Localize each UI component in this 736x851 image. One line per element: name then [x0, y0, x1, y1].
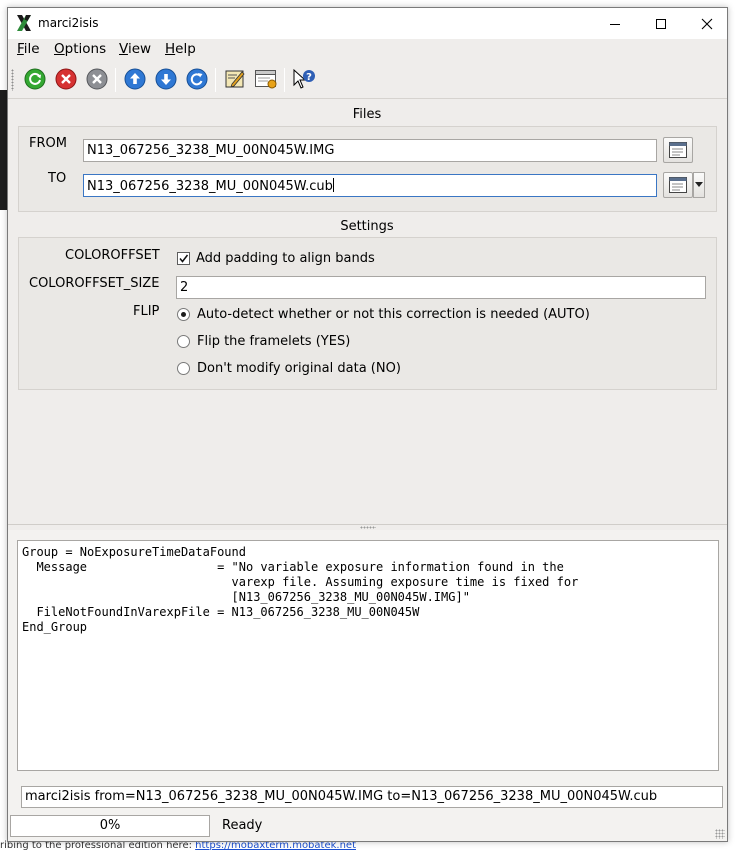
from-browse-button[interactable]	[663, 137, 693, 163]
whats-this-help-icon: ?	[293, 68, 315, 89]
run-icon	[24, 68, 46, 90]
log-panel: Group = NoExposureTimeDataFound Message …	[8, 530, 727, 841]
app-window: marci2isis File Options View Help ? File…	[7, 7, 728, 842]
next-history-button[interactable]	[153, 66, 179, 92]
flip-no-label[interactable]: Don't modify original data (NO)	[197, 361, 401, 376]
toolbar: ?	[8, 61, 727, 99]
flip-no-radio[interactable]	[177, 362, 190, 375]
stop-icon	[55, 68, 77, 90]
log-output[interactable]: Group = NoExposureTimeDataFound Message …	[17, 540, 719, 771]
stop-button[interactable]	[53, 66, 79, 92]
preferences-button[interactable]	[253, 66, 279, 92]
maximize-icon	[656, 18, 666, 29]
flip-label: FLIP	[133, 304, 160, 319]
command-line-field[interactable]: marci2isis from=N13_067256_3238_MU_00N04…	[21, 786, 723, 808]
menu-bar: File Options View Help	[8, 39, 727, 61]
window-title: marci2isis	[38, 16, 99, 30]
previous-history-icon	[124, 68, 146, 90]
to-label: TO	[48, 171, 67, 186]
coloroffset-size-label: COLOROFFSET_SIZE	[29, 276, 160, 291]
maximize-button[interactable]	[638, 8, 684, 39]
coloroffset-label: COLOROFFSET	[65, 248, 160, 263]
flip-auto-label[interactable]: Auto-detect whether or not this correcti…	[197, 307, 590, 322]
status-text: Ready	[222, 818, 263, 833]
splitter-grip	[360, 526, 376, 529]
menu-view[interactable]: View	[119, 41, 151, 57]
coloroffset-size-input[interactable]: 2	[176, 276, 706, 299]
toolbar-separator	[115, 68, 116, 92]
next-history-icon	[155, 68, 177, 90]
to-options-dropdown[interactable]	[693, 172, 705, 198]
preferences-icon	[255, 70, 277, 89]
flip-yes-label[interactable]: Flip the framelets (YES)	[197, 334, 350, 349]
run-button[interactable]	[22, 66, 48, 92]
from-input[interactable]: N13_067256_3238_MU_00N045W.IMG	[83, 139, 657, 162]
whats-this-help-button[interactable]: ?	[291, 66, 317, 92]
toolbar-separator	[284, 68, 285, 92]
edit-log-button[interactable]	[222, 66, 248, 92]
files-section-title: Files	[352, 107, 382, 122]
to-input-value: N13_067256_3238_MU_00N045W.cub	[87, 179, 333, 194]
coloroffset-checkbox-label[interactable]: Add padding to align bands	[196, 251, 375, 266]
file-dialog-icon	[669, 177, 687, 193]
x-app-icon	[17, 15, 31, 31]
menu-help[interactable]: Help	[165, 41, 196, 57]
edit-log-icon	[225, 70, 245, 88]
toolbar-grip[interactable]	[11, 69, 14, 91]
minimize-icon	[610, 23, 620, 25]
coloroffset-checkbox[interactable]	[177, 252, 190, 265]
flip-auto-radio[interactable]	[177, 308, 190, 321]
from-label: FROM	[29, 136, 67, 151]
reset-icon	[186, 68, 208, 90]
text-caret	[332, 178, 334, 192]
menu-options[interactable]: Options	[54, 41, 106, 57]
close-icon	[701, 18, 713, 29]
cancel-button[interactable]	[84, 66, 110, 92]
cancel-icon	[86, 68, 108, 90]
svg-text:?: ?	[306, 72, 312, 83]
to-input[interactable]: N13_067256_3238_MU_00N045W.cub	[83, 174, 657, 197]
checkmark-icon	[179, 254, 189, 263]
toolbar-separator	[215, 68, 216, 92]
reset-button[interactable]	[184, 66, 210, 92]
to-browse-button[interactable]	[663, 172, 693, 198]
chevron-down-icon	[695, 182, 703, 187]
file-dialog-icon	[669, 142, 687, 158]
settings-section-title: Settings	[340, 219, 394, 234]
flip-yes-radio[interactable]	[177, 335, 190, 348]
resize-grip[interactable]	[715, 829, 725, 839]
previous-history-button[interactable]	[122, 66, 148, 92]
close-button[interactable]	[684, 8, 730, 39]
menu-file[interactable]: File	[17, 41, 40, 57]
progress-bar: 0%	[10, 815, 210, 837]
minimize-button[interactable]	[592, 8, 638, 39]
title-bar[interactable]: marci2isis	[8, 8, 727, 39]
